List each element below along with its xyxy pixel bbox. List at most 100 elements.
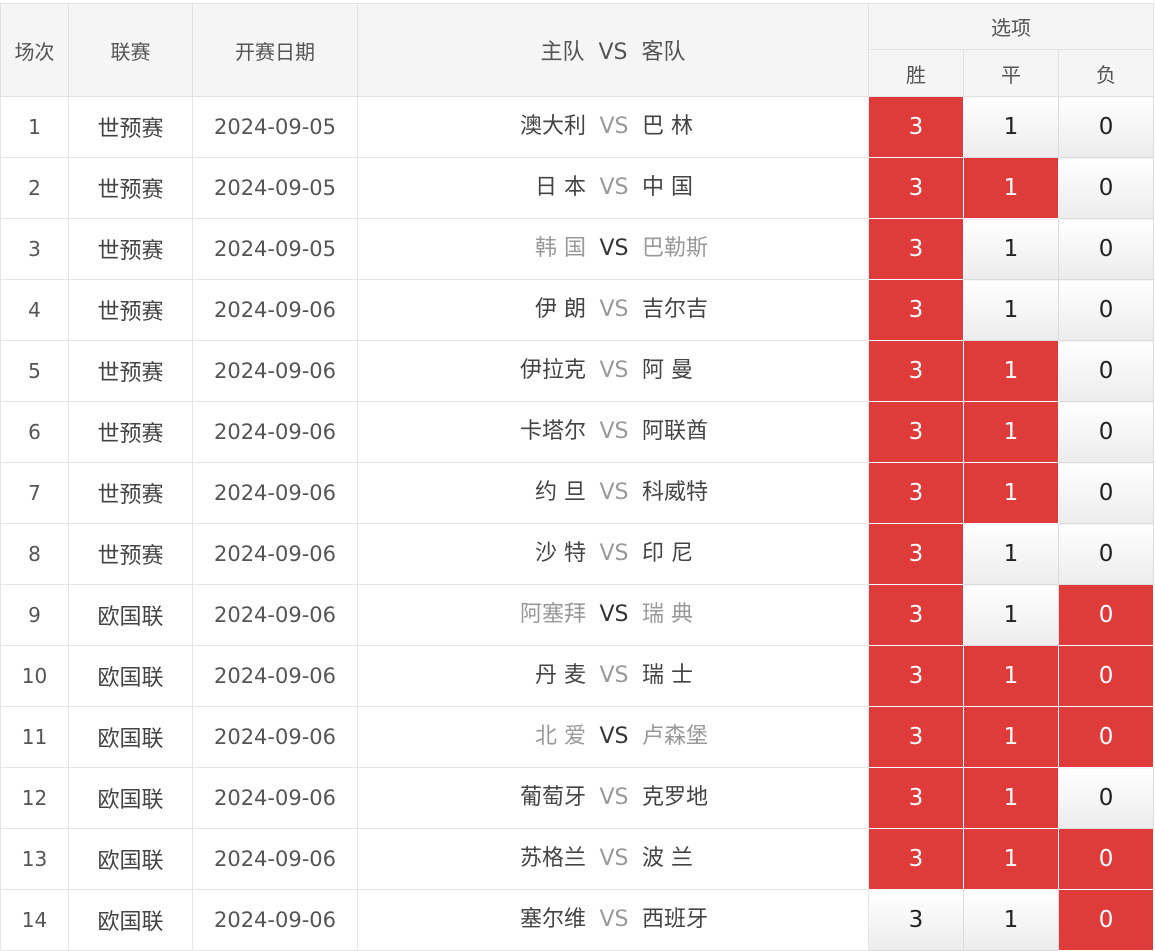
option-lose[interactable]: 0 bbox=[1057, 462, 1155, 524]
option-lose[interactable]: 0 bbox=[1057, 767, 1155, 829]
vs-label: VS bbox=[599, 114, 629, 139]
row-league: 世预赛 bbox=[68, 401, 193, 463]
option-draw[interactable]: 1 bbox=[963, 279, 1059, 341]
header-league: 联赛 bbox=[68, 3, 193, 97]
row-league: 欧国联 bbox=[68, 584, 193, 646]
table-row: 5 世预赛 2024-09-06 伊拉克 VS 阿 曼 310 bbox=[0, 340, 1155, 402]
row-index: 6 bbox=[0, 401, 69, 463]
option-win[interactable]: 3 bbox=[868, 96, 964, 158]
option-win[interactable]: 3 bbox=[868, 340, 964, 402]
vs-label: VS bbox=[599, 907, 629, 932]
vs-label: VS bbox=[599, 724, 629, 749]
option-lose[interactable]: 0 bbox=[1057, 828, 1155, 890]
option-lose[interactable]: 0 bbox=[1057, 584, 1155, 646]
option-draw[interactable]: 1 bbox=[963, 828, 1059, 890]
row-league: 世预赛 bbox=[68, 218, 193, 280]
option-lose[interactable]: 0 bbox=[1057, 279, 1155, 341]
row-league: 欧国联 bbox=[68, 889, 193, 951]
away-team: 卢森堡 bbox=[642, 724, 709, 749]
row-index: 11 bbox=[0, 706, 69, 768]
row-match: 伊拉克 VS 阿 曼 bbox=[357, 340, 869, 402]
option-draw[interactable]: 1 bbox=[963, 401, 1059, 463]
row-index: 2 bbox=[0, 157, 69, 219]
option-lose[interactable]: 0 bbox=[1057, 645, 1155, 707]
home-team: 约 旦 bbox=[535, 480, 586, 505]
vs-label: VS bbox=[599, 602, 629, 627]
option-lose[interactable]: 0 bbox=[1057, 218, 1155, 280]
option-win[interactable]: 3 bbox=[868, 828, 964, 890]
row-league: 世预赛 bbox=[68, 462, 193, 524]
table-row: 12 欧国联 2024-09-06 葡萄牙 VS 克罗地 3 1 0 bbox=[0, 767, 1155, 829]
match-rows: 1 世预赛 2024-09-05 澳大利 VS 巴 林 3 1 0 2 世预赛 2024-09-05 日… bbox=[0, 96, 1155, 951]
away-team: 巴勒斯 bbox=[642, 236, 709, 261]
option-win[interactable]: 3 bbox=[868, 645, 964, 707]
row-index: 10 bbox=[0, 645, 69, 707]
option-win[interactable]: 3 bbox=[868, 157, 964, 219]
option-win[interactable]: 3 bbox=[868, 706, 964, 768]
option-win[interactable]: 3 bbox=[868, 279, 964, 341]
option-lose[interactable]: 0 bbox=[1057, 401, 1155, 463]
option-win[interactable]: 3 bbox=[868, 218, 964, 280]
home-team: 伊拉克 bbox=[519, 358, 586, 383]
header-vs: VS bbox=[598, 40, 628, 65]
home-team: 苏格兰 bbox=[519, 846, 586, 871]
away-team: 阿 曼 bbox=[642, 358, 693, 383]
row-date: 2024-09-05 bbox=[192, 157, 358, 219]
away-team: 西班牙 bbox=[642, 907, 709, 932]
option-win[interactable]: 3 bbox=[868, 584, 964, 646]
option-win[interactable]: 3 bbox=[868, 462, 964, 524]
row-index: 5 bbox=[0, 340, 69, 402]
option-lose[interactable]: 0 bbox=[1057, 523, 1155, 585]
row-league: 欧国联 bbox=[68, 645, 193, 707]
option-draw[interactable]: 1 bbox=[963, 462, 1059, 524]
vs-label: VS bbox=[599, 663, 629, 688]
option-draw[interactable]: 1 bbox=[963, 889, 1059, 951]
row-date: 2024-09-06 bbox=[192, 828, 358, 890]
row-date: 2024-09-06 bbox=[192, 767, 358, 829]
header-index: 场次 bbox=[0, 3, 69, 97]
row-match: 韩 国 VS 巴勒斯 bbox=[357, 218, 869, 280]
table-row: 10 欧国联 2024-09-06 丹 麦 VS 瑞 士310 bbox=[0, 645, 1155, 707]
vs-label: VS bbox=[599, 541, 629, 566]
option-draw[interactable]: 1 bbox=[963, 523, 1059, 585]
option-draw[interactable]: 1 bbox=[963, 645, 1059, 707]
header-lose: 负 bbox=[1057, 49, 1155, 97]
row-date: 2024-09-05 bbox=[192, 218, 358, 280]
away-team: 巴 林 bbox=[642, 114, 693, 139]
vs-label: VS bbox=[599, 846, 629, 871]
option-lose[interactable]: 0 bbox=[1057, 96, 1155, 158]
option-win[interactable]: 3 bbox=[868, 889, 964, 951]
option-win[interactable]: 3 bbox=[868, 767, 964, 829]
row-match: 伊 朗 VS 吉尔吉 bbox=[357, 279, 869, 341]
header-draw: 平 bbox=[963, 49, 1059, 97]
option-draw[interactable]: 1 bbox=[963, 706, 1059, 768]
row-match: 阿塞拜 VS 瑞 典 bbox=[357, 584, 869, 646]
option-lose[interactable]: 0 bbox=[1057, 340, 1155, 402]
row-index: 3 bbox=[0, 218, 69, 280]
option-win[interactable]: 3 bbox=[868, 523, 964, 585]
away-team: 印 尼 bbox=[642, 541, 693, 566]
row-league: 世预赛 bbox=[68, 340, 193, 402]
header-options: 选项 bbox=[867, 3, 1155, 50]
option-draw[interactable]: 1 bbox=[963, 767, 1059, 829]
table-row: 8 世预赛 2024-09-06 沙 特 VS 印 尼 310 bbox=[0, 523, 1155, 585]
table-row: 6 世预赛 2024-09-06 卡塔尔 VS 阿联酋 3 1 0 bbox=[0, 401, 1155, 463]
away-team: 波 兰 bbox=[642, 846, 693, 871]
home-team: 北 爱 bbox=[535, 724, 586, 749]
option-draw[interactable]: 1 bbox=[963, 157, 1059, 219]
option-draw[interactable]: 1 bbox=[963, 340, 1059, 402]
option-draw[interactable]: 1 bbox=[963, 584, 1059, 646]
option-draw[interactable]: 1 bbox=[963, 218, 1059, 280]
vs-label: VS bbox=[599, 480, 629, 505]
row-date: 2024-09-06 bbox=[192, 706, 358, 768]
option-draw[interactable]: 1 bbox=[963, 96, 1059, 158]
vs-label: VS bbox=[599, 175, 629, 200]
option-win[interactable]: 3 bbox=[868, 401, 964, 463]
option-lose[interactable]: 0 bbox=[1057, 889, 1155, 951]
row-date: 2024-09-05 bbox=[192, 96, 358, 158]
option-lose[interactable]: 0 bbox=[1057, 157, 1155, 219]
table-row: 1 世预赛 2024-09-05 澳大利 VS 巴 林310 bbox=[0, 96, 1155, 158]
home-team: 澳大利 bbox=[519, 114, 586, 139]
table-row: 7 世预赛 2024-09-06 约 旦 VS 科威特 3 1 0 bbox=[0, 462, 1155, 524]
option-lose[interactable]: 0 bbox=[1057, 706, 1155, 768]
